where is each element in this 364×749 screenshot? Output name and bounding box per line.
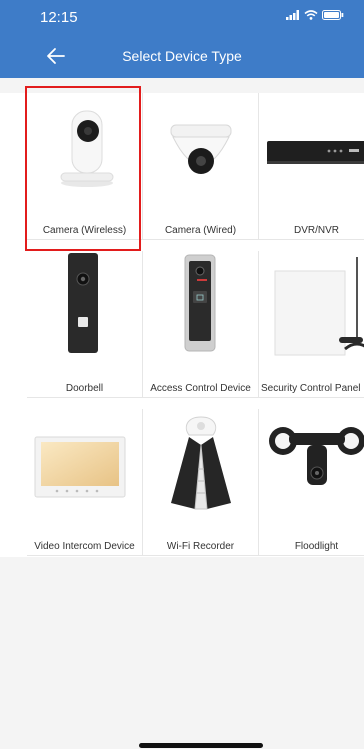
- device-label: Access Control Device: [150, 383, 251, 394]
- selection-highlight: [25, 86, 141, 251]
- signal-icon: [286, 10, 299, 20]
- device-floodlight[interactable]: Floodlight: [259, 409, 364, 556]
- floodlight-icon: [269, 427, 364, 485]
- status-icons: [286, 10, 344, 20]
- device-label: DVR/NVR: [293, 225, 339, 236]
- battery-icon: [322, 10, 344, 20]
- device-wifi-recorder[interactable]: Wi-Fi Recorder: [143, 409, 259, 556]
- wifi-recorder-icon: [171, 416, 231, 510]
- device-label: Video Intercom Device: [34, 541, 135, 552]
- device-access-control[interactable]: Access Control Device: [143, 251, 259, 398]
- device-dvr-nvr[interactable]: DVR/NVR: [259, 93, 364, 240]
- device-label: Doorbell: [65, 383, 104, 394]
- device-video-intercom[interactable]: Video Intercom Device: [27, 409, 143, 556]
- device-label: Camera (Wired): [164, 225, 237, 236]
- device-security-control-panel[interactable]: Security Control Panel: [259, 251, 364, 398]
- doorbell-icon: [68, 253, 98, 353]
- status-bar: 12:15: [0, 0, 364, 34]
- wifi-icon: [304, 10, 318, 20]
- security-control-panel-icon: [274, 257, 364, 356]
- device-label: Wi-Fi Recorder: [166, 541, 235, 552]
- device-label: Security Control Panel: [261, 383, 361, 394]
- status-time: 12:15: [40, 9, 78, 26]
- dome-camera-icon: [170, 124, 232, 174]
- page-title: Select Device Type: [122, 48, 242, 64]
- home-indicator: [139, 743, 263, 748]
- header-bar: Select Device Type: [0, 34, 364, 78]
- device-camera-wired[interactable]: Camera (Wired): [143, 93, 259, 240]
- dvr-nvr-icon: [267, 141, 364, 164]
- device-doorbell[interactable]: Doorbell: [27, 251, 143, 398]
- device-label: Floodlight: [294, 541, 339, 552]
- video-intercom-icon: [34, 436, 126, 498]
- access-control-icon: [184, 254, 216, 352]
